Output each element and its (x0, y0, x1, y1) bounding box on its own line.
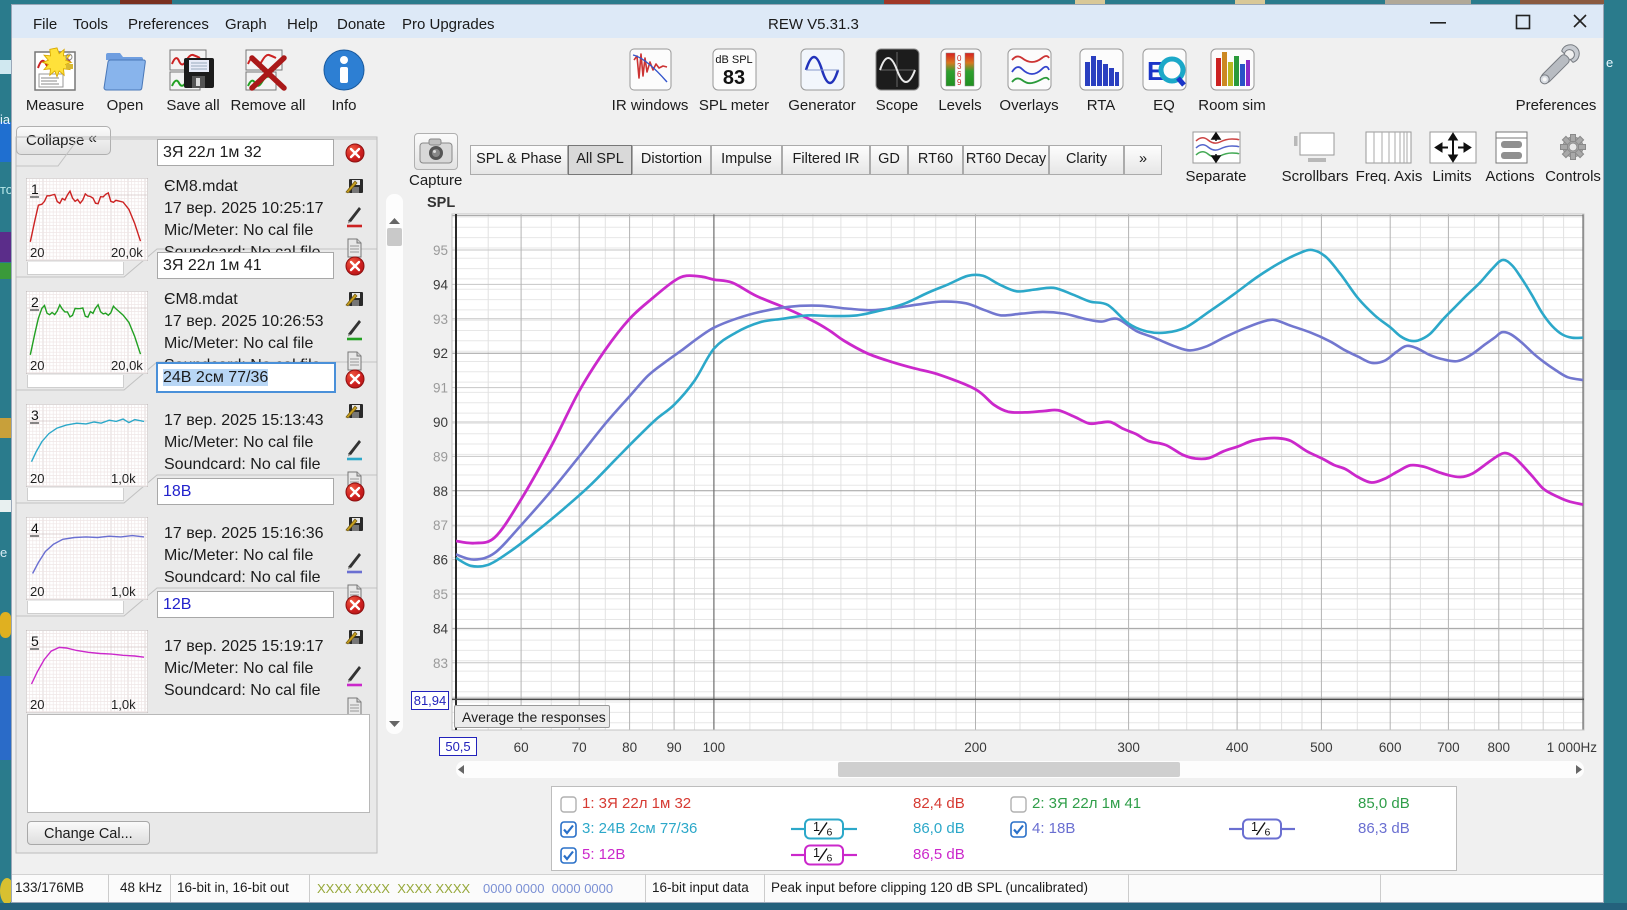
svg-text:86: 86 (433, 553, 448, 568)
svg-text:100: 100 (703, 740, 726, 755)
svg-text:89: 89 (433, 449, 448, 464)
svg-text:800: 800 (1488, 740, 1511, 755)
svg-text:90: 90 (433, 415, 448, 430)
svg-text:93: 93 (433, 312, 448, 327)
svg-text:1 000Hz: 1 000Hz (1547, 740, 1598, 755)
svg-text:300: 300 (1117, 740, 1140, 755)
svg-text:81,94: 81,94 (414, 693, 447, 708)
svg-text:600: 600 (1379, 740, 1402, 755)
svg-text:200: 200 (964, 740, 987, 755)
svg-text:1: 1 (813, 820, 820, 834)
svg-text:70: 70 (572, 740, 587, 755)
svg-text:85: 85 (433, 587, 448, 602)
svg-text:94: 94 (433, 277, 449, 292)
svg-text:60: 60 (514, 740, 529, 755)
svg-text:90: 90 (667, 740, 682, 755)
svg-text:92: 92 (433, 346, 448, 361)
svg-text:400: 400 (1226, 740, 1249, 755)
svg-text:87: 87 (433, 518, 448, 533)
svg-text:95: 95 (433, 243, 448, 258)
svg-text:84: 84 (433, 621, 449, 636)
svg-text:80: 80 (622, 740, 637, 755)
svg-text:700: 700 (1437, 740, 1460, 755)
svg-text:6: 6 (827, 827, 833, 839)
svg-text:500: 500 (1310, 740, 1333, 755)
svg-text:83: 83 (433, 656, 448, 671)
svg-text:1: 1 (1251, 820, 1258, 834)
svg-text:6: 6 (827, 853, 833, 865)
svg-text:1: 1 (813, 846, 820, 860)
svg-text:SPL: SPL (427, 195, 455, 211)
svg-text:50,5: 50,5 (445, 739, 470, 754)
svg-text:91: 91 (433, 381, 448, 396)
svg-text:6: 6 (1265, 827, 1271, 839)
svg-text:88: 88 (433, 484, 448, 499)
